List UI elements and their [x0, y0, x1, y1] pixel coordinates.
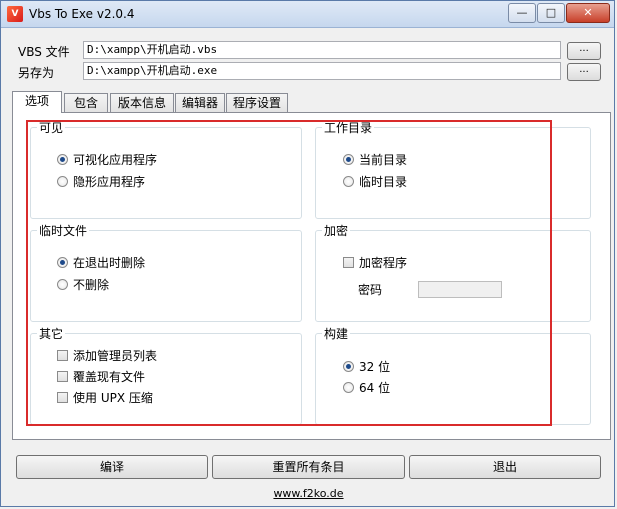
title-bar[interactable]: V Vbs To Exe v2.0.4 — □ ✕ — [1, 1, 614, 28]
save-as-browse-button[interactable]: ... — [567, 63, 601, 81]
footer-link[interactable]: www.f2ko.de — [0, 487, 617, 500]
radio-selected-icon — [57, 257, 68, 268]
checkbox-icon — [57, 392, 68, 403]
save-as-input[interactable]: D:\xampp\开机启动.exe — [83, 62, 561, 80]
checkbox-icon — [57, 350, 68, 361]
radio-icon — [57, 279, 68, 290]
vbs-file-label: VBS 文件 — [18, 45, 70, 59]
group-visible-title: 可见 — [37, 119, 66, 136]
radio-selected-icon — [57, 154, 68, 165]
close-button[interactable]: ✕ — [566, 3, 610, 23]
app-icon: V — [7, 6, 23, 22]
tab-options[interactable]: 选项 — [12, 91, 62, 113]
group-tempfiles: 临时文件 — [30, 222, 302, 322]
group-build-title: 构建 — [322, 325, 351, 342]
vbs-file-input[interactable]: D:\xampp\开机启动.vbs — [83, 41, 561, 59]
group-workdir: 工作目录 — [315, 119, 591, 219]
save-as-label: 另存为 — [18, 66, 55, 80]
tab-program-settings[interactable]: 程序设置 — [226, 93, 288, 112]
reset-all-button[interactable]: 重置所有条目 — [212, 455, 405, 479]
checkbox-icon — [343, 257, 354, 268]
minimize-button[interactable]: — — [508, 3, 536, 23]
group-other-title: 其它 — [37, 325, 66, 342]
tab-version-info[interactable]: 版本信息 — [110, 93, 174, 112]
group-encrypt-title: 加密 — [322, 222, 351, 239]
group-workdir-title: 工作目录 — [322, 119, 375, 136]
radio-icon — [57, 176, 68, 187]
password-label: 密码 — [358, 283, 383, 297]
window-title: Vbs To Exe v2.0.4 — [29, 7, 135, 21]
group-build: 构建 — [315, 325, 591, 425]
radio-icon — [343, 176, 354, 187]
radio-selected-icon — [343, 361, 354, 372]
password-input — [418, 281, 502, 298]
radio-selected-icon — [343, 154, 354, 165]
group-tempfiles-title: 临时文件 — [37, 222, 90, 239]
checkbox-icon — [57, 371, 68, 382]
maximize-button[interactable]: □ — [537, 3, 565, 23]
group-encrypt: 加密 — [315, 222, 591, 322]
compile-button[interactable]: 编译 — [16, 455, 208, 479]
tab-include[interactable]: 包含 — [64, 93, 108, 112]
tab-editor[interactable]: 编辑器 — [175, 93, 225, 112]
group-visible: 可见 — [30, 119, 302, 219]
radio-icon — [343, 382, 354, 393]
exit-button[interactable]: 退出 — [409, 455, 601, 479]
group-other: 其它 — [30, 325, 302, 425]
vbs-browse-button[interactable]: ... — [567, 42, 601, 60]
